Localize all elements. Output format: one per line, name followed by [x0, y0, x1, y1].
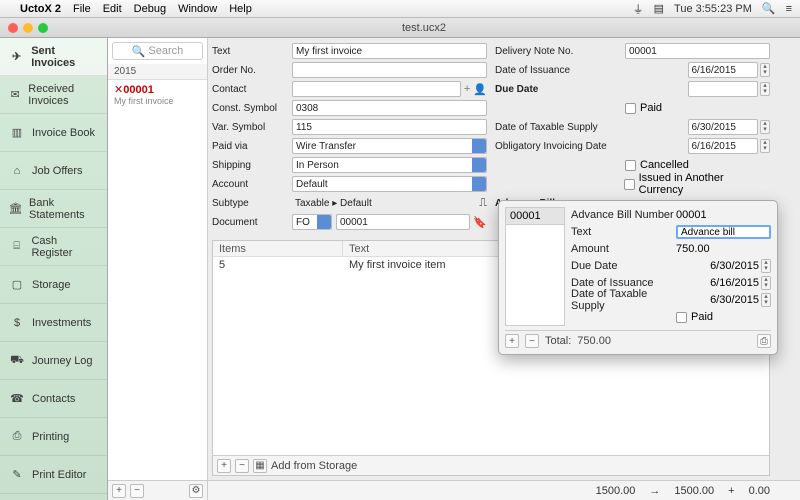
stepper[interactable]: ▴▾	[760, 120, 770, 134]
app-name[interactable]: UctoX 2	[20, 3, 61, 15]
sidebar-item-print-editor[interactable]: ✎Print Editor	[0, 456, 107, 494]
search-icon: 🔍	[132, 45, 146, 58]
text-input[interactable]: My first invoice	[292, 43, 487, 59]
stepper[interactable]: ▴▾	[760, 63, 770, 77]
book-icon: ▥	[8, 126, 26, 140]
advance-paid-checkbox[interactable]	[676, 312, 687, 323]
menu-edit[interactable]: Edit	[103, 3, 122, 15]
doctype-select[interactable]: FO	[292, 214, 332, 230]
remove-item-button[interactable]: −	[235, 459, 249, 473]
year-header[interactable]: 2015	[108, 64, 207, 80]
clock[interactable]: Tue 3:55:23 PM	[674, 3, 752, 15]
bank-icon: 🏛	[8, 202, 23, 216]
sidebar-item-job-offers[interactable]: ⌂Job Offers	[0, 152, 107, 190]
contact-detail-icon[interactable]: 👤	[473, 83, 487, 96]
subtype-value[interactable]: Taxable ▸ Default	[292, 195, 479, 211]
notifications-icon[interactable]: ≡	[786, 3, 792, 15]
truck-icon: ⛟	[8, 354, 26, 368]
sidebar-item-received-invoices[interactable]: ✉Received Invoices	[0, 76, 107, 114]
contact-input[interactable]	[292, 81, 461, 97]
stepper[interactable]: ▴▾	[760, 139, 770, 153]
wifi-icon[interactable]: ⏚	[633, 1, 644, 17]
tag-icon[interactable]: 🔖	[470, 216, 487, 229]
editor-icon: ✎	[8, 468, 26, 482]
received-icon: ✉	[8, 88, 22, 102]
spotlight-icon[interactable]: 🔍	[762, 2, 776, 15]
search-input[interactable]: 🔍Search	[112, 42, 203, 60]
sidebar-item-bank[interactable]: 🏛Bank Statements	[0, 190, 107, 228]
sidebar: ✈Sent Invoices ✉Received Invoices ▥Invoi…	[0, 38, 108, 500]
advance-list[interactable]: 00001	[505, 207, 565, 326]
stamp-icon[interactable]: ⎍	[479, 197, 487, 210]
add-storage-button[interactable]: Add from Storage	[271, 460, 357, 472]
var-input[interactable]: 115	[292, 119, 487, 135]
contacts-icon: ☎	[8, 392, 26, 406]
add-item-button[interactable]: +	[217, 459, 231, 473]
briefcase-icon: ⌂	[8, 164, 26, 178]
const-input[interactable]: 0308	[292, 100, 487, 116]
pop-print-icon[interactable]: ⎙	[757, 334, 771, 348]
document-list: 🔍Search 2015 ✕00001 My first invoice + −…	[108, 38, 208, 500]
currency-checkbox[interactable]	[624, 179, 635, 190]
titlebar: test.ucx2	[0, 18, 800, 38]
minimize-icon[interactable]	[23, 23, 33, 33]
sidebar-item-invoice-book[interactable]: ▥Invoice Book	[0, 114, 107, 152]
zoom-icon[interactable]	[38, 23, 48, 33]
account-select[interactable]: Default	[292, 176, 487, 192]
box-icon: ▢	[8, 278, 26, 292]
menu-help[interactable]: Help	[229, 3, 252, 15]
delivery-input[interactable]: 00001	[625, 43, 770, 59]
sidebar-item-printing[interactable]: ⎙Printing	[0, 418, 107, 456]
sidebar-item-investments[interactable]: $Investments	[0, 304, 107, 342]
sidebar-item-journey[interactable]: ⛟Journey Log	[0, 342, 107, 380]
sidebar-item-storage[interactable]: ▢Storage	[0, 266, 107, 304]
paid-checkbox[interactable]	[625, 103, 636, 114]
settings-icon[interactable]: ⚙	[189, 484, 203, 498]
close-icon[interactable]	[8, 23, 18, 33]
stepper[interactable]: ▴▾	[760, 82, 770, 96]
printer-icon: ⎙	[8, 430, 26, 444]
pop-remove-button[interactable]: −	[525, 334, 539, 348]
taxable-input[interactable]: 6/30/2015	[688, 119, 759, 135]
order-input[interactable]	[292, 62, 487, 78]
dollar-icon: $	[8, 316, 26, 330]
sent-icon: ✈	[8, 50, 25, 64]
due-input[interactable]	[688, 81, 759, 97]
sidebar-item-contacts[interactable]: ☎Contacts	[0, 380, 107, 418]
remove-button[interactable]: −	[130, 484, 144, 498]
add-button[interactable]: +	[112, 484, 126, 498]
paid-select[interactable]: Wire Transfer	[292, 138, 487, 154]
menu-file[interactable]: File	[73, 3, 91, 15]
totals: 1500.00 → 1500.00 + 0.00	[208, 480, 800, 500]
oblig-input[interactable]: 6/16/2015	[688, 138, 759, 154]
flag-icon[interactable]: ▤	[654, 2, 664, 15]
window-title: test.ucx2	[402, 22, 446, 34]
shipping-select[interactable]: In Person	[292, 157, 487, 173]
advance-text-input[interactable]: Advance bill	[676, 225, 771, 239]
pop-add-button[interactable]: +	[505, 334, 519, 348]
add-contact-icon[interactable]: +	[461, 83, 473, 95]
register-icon: ⌸	[8, 240, 25, 254]
sidebar-item-cash[interactable]: ⌸Cash Register	[0, 228, 107, 266]
menu-window[interactable]: Window	[178, 3, 217, 15]
menu-debug[interactable]: Debug	[134, 3, 166, 15]
docno-input[interactable]: 00001	[336, 214, 470, 230]
cancelled-checkbox[interactable]	[625, 160, 636, 171]
document-item[interactable]: ✕00001 My first invoice	[108, 80, 207, 109]
advance-bills-popover: 00001 Advance Bill Number00001 TextAdvan…	[498, 200, 778, 355]
grid-icon[interactable]: ▦	[253, 459, 267, 473]
sidebar-item-sent-invoices[interactable]: ✈Sent Invoices	[0, 38, 107, 76]
issuance-input[interactable]: 6/16/2015	[688, 62, 759, 78]
menubar: UctoX 2 File Edit Debug Window Help ⏚ ▤ …	[0, 0, 800, 18]
